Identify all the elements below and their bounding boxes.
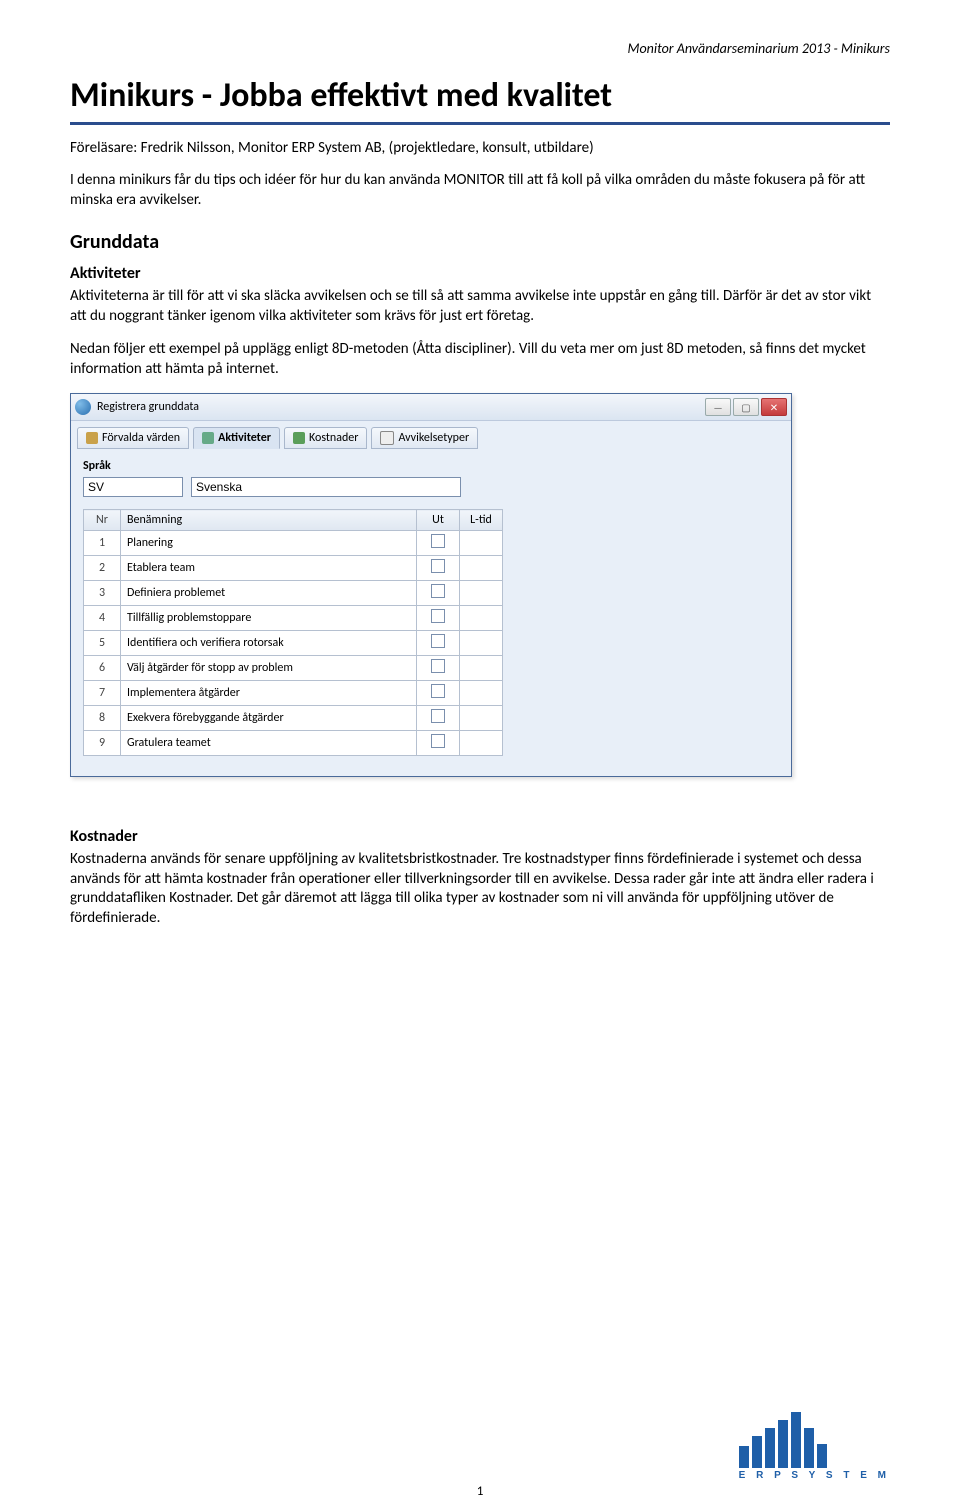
cell-ut[interactable] bbox=[417, 731, 460, 756]
tab-pane: Språk Nr Benämning Ut L-tid 1Planering2E… bbox=[71, 449, 791, 776]
checkbox-icon[interactable] bbox=[431, 609, 445, 623]
col-benamning[interactable]: Benämning bbox=[121, 510, 417, 531]
page-title: Minikurs - Jobba effektivt med kvalitet bbox=[70, 75, 890, 116]
cell-ltid bbox=[460, 731, 503, 756]
monitor-logo: E R P S Y S T E M bbox=[739, 1412, 890, 1481]
tab-label: Avvikelsetyper bbox=[398, 431, 469, 445]
cell-ut[interactable] bbox=[417, 706, 460, 731]
section-grunddata: Grunddata bbox=[70, 230, 890, 254]
cell-benamning: Definiera problemet bbox=[121, 581, 417, 606]
lang-code-input[interactable] bbox=[83, 477, 183, 497]
checkbox-icon[interactable] bbox=[431, 659, 445, 673]
cell-ut[interactable] bbox=[417, 681, 460, 706]
cell-benamning: Gratulera teamet bbox=[121, 731, 417, 756]
activities-table: Nr Benämning Ut L-tid 1Planering2Etabler… bbox=[83, 509, 503, 756]
cell-nr: 9 bbox=[84, 731, 121, 756]
tab-icon bbox=[293, 432, 305, 444]
table-row[interactable]: 3Definiera problemet bbox=[84, 581, 503, 606]
tab-label: Förvalda värden bbox=[102, 431, 180, 445]
cell-ut[interactable] bbox=[417, 581, 460, 606]
page-number: 1 bbox=[0, 1484, 960, 1499]
cell-nr: 5 bbox=[84, 631, 121, 656]
page-footer: E R P S Y S T E M 1 bbox=[0, 1484, 960, 1499]
table-row[interactable]: 9Gratulera teamet bbox=[84, 731, 503, 756]
cell-ltid bbox=[460, 706, 503, 731]
cell-ut[interactable] bbox=[417, 631, 460, 656]
kostnader-p: Kostnaderna används för senare uppföljni… bbox=[70, 850, 890, 928]
col-ltid[interactable]: L-tid bbox=[460, 510, 503, 531]
cell-ltid bbox=[460, 531, 503, 556]
tab-label: Aktiviteter bbox=[218, 431, 271, 445]
aktiviteter-p2: Nedan följer ett exempel på upplägg enli… bbox=[70, 340, 890, 379]
app-icon bbox=[75, 399, 91, 415]
cell-benamning: Etablera team bbox=[121, 556, 417, 581]
checkbox-icon[interactable] bbox=[431, 709, 445, 723]
window-titlebar: Registrera grunddata — ▢ ✕ bbox=[71, 394, 791, 421]
title-rule bbox=[70, 122, 890, 125]
tab-icon bbox=[380, 431, 394, 445]
tab-kostnader[interactable]: Kostnader bbox=[284, 427, 367, 449]
page-header-right: Monitor Användarseminarium 2013 - Miniku… bbox=[70, 40, 890, 57]
tab-icon bbox=[86, 432, 98, 444]
lecturer-line: Föreläsare: Fredrik Nilsson, Monitor ERP… bbox=[70, 139, 890, 157]
cell-benamning: Identifiera och verifiera rotorsak bbox=[121, 631, 417, 656]
cell-ltid bbox=[460, 656, 503, 681]
cell-nr: 3 bbox=[84, 581, 121, 606]
cell-ltid bbox=[460, 681, 503, 706]
checkbox-icon[interactable] bbox=[431, 559, 445, 573]
cell-benamning: Exekvera förebyggande åtgärder bbox=[121, 706, 417, 731]
aktiviteter-p1: Aktiviteterna är till för att vi ska slä… bbox=[70, 287, 890, 326]
cell-nr: 1 bbox=[84, 531, 121, 556]
cell-nr: 4 bbox=[84, 606, 121, 631]
tab-icon bbox=[202, 432, 214, 444]
tab-label: Kostnader bbox=[309, 431, 358, 445]
col-ut[interactable]: Ut bbox=[417, 510, 460, 531]
cell-benamning: Tillfällig problemstoppare bbox=[121, 606, 417, 631]
checkbox-icon[interactable] bbox=[431, 734, 445, 748]
table-row[interactable]: 5Identifiera och verifiera rotorsak bbox=[84, 631, 503, 656]
cell-nr: 2 bbox=[84, 556, 121, 581]
window-title: Registrera grunddata bbox=[97, 400, 199, 414]
table-row[interactable]: 6Välj åtgärder för stopp av problem bbox=[84, 656, 503, 681]
subsection-kostnader: Kostnader bbox=[70, 827, 890, 846]
intro-paragraph: I denna minikurs får du tips och idéer f… bbox=[70, 171, 890, 210]
cell-ut[interactable] bbox=[417, 531, 460, 556]
minimize-button[interactable]: — bbox=[705, 398, 731, 416]
lang-label: Språk bbox=[83, 459, 779, 473]
cell-nr: 6 bbox=[84, 656, 121, 681]
cell-nr: 7 bbox=[84, 681, 121, 706]
cell-ltid bbox=[460, 631, 503, 656]
table-row[interactable]: 1Planering bbox=[84, 531, 503, 556]
cell-benamning: Planering bbox=[121, 531, 417, 556]
cell-ut[interactable] bbox=[417, 606, 460, 631]
table-row[interactable]: 2Etablera team bbox=[84, 556, 503, 581]
checkbox-icon[interactable] bbox=[431, 634, 445, 648]
subsection-aktiviteter: Aktiviteter bbox=[70, 264, 890, 283]
grunddata-window: Registrera grunddata — ▢ ✕ Förvalda värd… bbox=[70, 393, 792, 777]
table-row[interactable]: 8Exekvera förebyggande åtgärder bbox=[84, 706, 503, 731]
cell-nr: 8 bbox=[84, 706, 121, 731]
cell-ut[interactable] bbox=[417, 556, 460, 581]
cell-ut[interactable] bbox=[417, 656, 460, 681]
checkbox-icon[interactable] bbox=[431, 684, 445, 698]
cell-ltid bbox=[460, 581, 503, 606]
logo-text: E R P S Y S T E M bbox=[739, 1470, 890, 1481]
tabbar: Förvalda värden Aktiviteter Kostnader Av… bbox=[71, 421, 791, 449]
col-nr[interactable]: Nr bbox=[84, 510, 121, 531]
table-row[interactable]: 4Tillfällig problemstoppare bbox=[84, 606, 503, 631]
cell-ltid bbox=[460, 556, 503, 581]
close-button[interactable]: ✕ bbox=[761, 398, 787, 416]
cell-benamning: Implementera åtgärder bbox=[121, 681, 417, 706]
tab-aktiviteter[interactable]: Aktiviteter bbox=[193, 427, 280, 449]
tab-avvikelsetyper[interactable]: Avvikelsetyper bbox=[371, 427, 478, 449]
checkbox-icon[interactable] bbox=[431, 584, 445, 598]
maximize-button[interactable]: ▢ bbox=[733, 398, 759, 416]
cell-ltid bbox=[460, 606, 503, 631]
table-row[interactable]: 7Implementera åtgärder bbox=[84, 681, 503, 706]
checkbox-icon[interactable] bbox=[431, 534, 445, 548]
cell-benamning: Välj åtgärder för stopp av problem bbox=[121, 656, 417, 681]
tab-forvalda-varden[interactable]: Förvalda värden bbox=[77, 427, 189, 449]
lang-text-input[interactable] bbox=[191, 477, 461, 497]
